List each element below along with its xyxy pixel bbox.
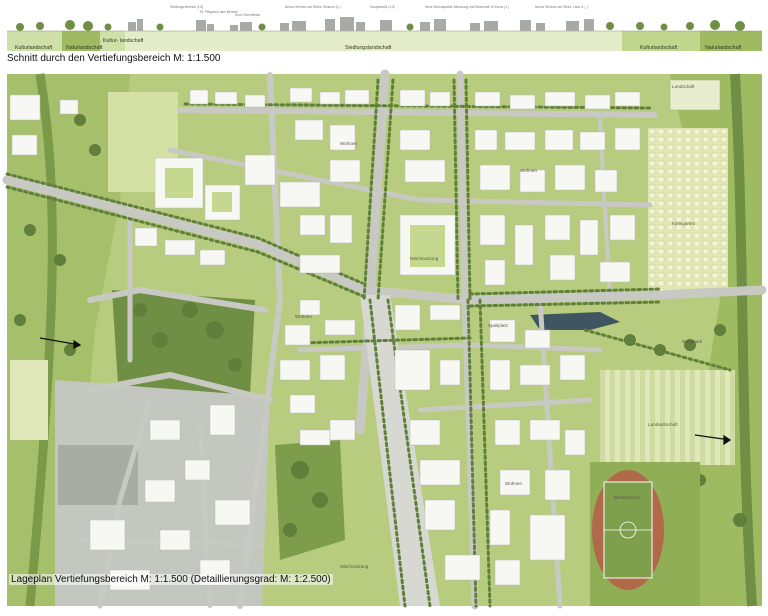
section-building-label-1: Siedlungs-Bereich (1:5) [170, 5, 203, 9]
section-buildings [128, 17, 594, 31]
allotment-gardens [648, 128, 728, 293]
section-building-label-7: Neues Wohnen am Steinr. Laue 4 (...) [535, 5, 588, 9]
section-zone-label-6: Naturlandschaft [705, 45, 742, 51]
label-naturpark: Naturpark [682, 339, 703, 344]
sports-ground [590, 462, 700, 606]
section-zone-label-1: Kulturlandschaft [15, 45, 53, 51]
farmland-strips [600, 370, 735, 465]
south-wood [275, 440, 345, 560]
site-plan-sheet: Siedlungs-Bereich (1:5) St. Pfingstvor d… [2, 5, 767, 610]
section-building-label-5: Hauptstraße (1:5) [370, 5, 395, 9]
label-mischnutzung-north: Mischnutzung [410, 256, 439, 261]
section-zone-label-4: Siedlungslandschaft [345, 45, 392, 51]
label-kleingarten: Kleingarten [672, 221, 696, 226]
label-spielplatz: Spielplatz [488, 323, 509, 328]
section-zone-label-2: Naturlandschaft [66, 45, 103, 51]
section-title: Schnitt durch den Vertiefungsbereich M: … [7, 53, 221, 64]
cross-section: Siedlungs-Bereich (1:5) St. Pfingstvor d… [7, 5, 762, 51]
label-mischnutzung-south: Mischnutzung [340, 564, 369, 569]
west-farm-patch [10, 360, 48, 440]
label-landschaft: Landschaft [672, 84, 695, 89]
section-building-label-3: Sport Schuhfelder [235, 13, 261, 17]
label-wohnen-center: Wohnen [295, 314, 312, 319]
plan-title: Lageplan Vertiefungsbereich M: 1:1.500 (… [9, 574, 333, 585]
section-zone-label-3: Kultur- landschaft [103, 38, 144, 44]
section-building-label-6: Neue Wohnquartier-Bebauung und Wirtschaf… [425, 5, 509, 9]
label-landwirtschaft: Landwirtschaft [648, 422, 678, 427]
label-wohnen-east: Wohnen [520, 168, 537, 173]
label-wohnen-south: Wohnen [505, 481, 522, 486]
label-wohnen-north: Wohnen [340, 141, 357, 146]
label-bezirkssport: Bezirkssport [614, 495, 640, 500]
section-zone-label-5: Kulturlandschaft [640, 45, 678, 51]
section-building-label-4: Neues Wohnen am Steinr. Zentrum (1.) [285, 5, 341, 9]
site-plan: Landschaft Kleingarten Mischnutzung Wohn… [2, 69, 767, 610]
section-building-label-2: St. Pfingstvor dem Bereich [200, 10, 238, 14]
